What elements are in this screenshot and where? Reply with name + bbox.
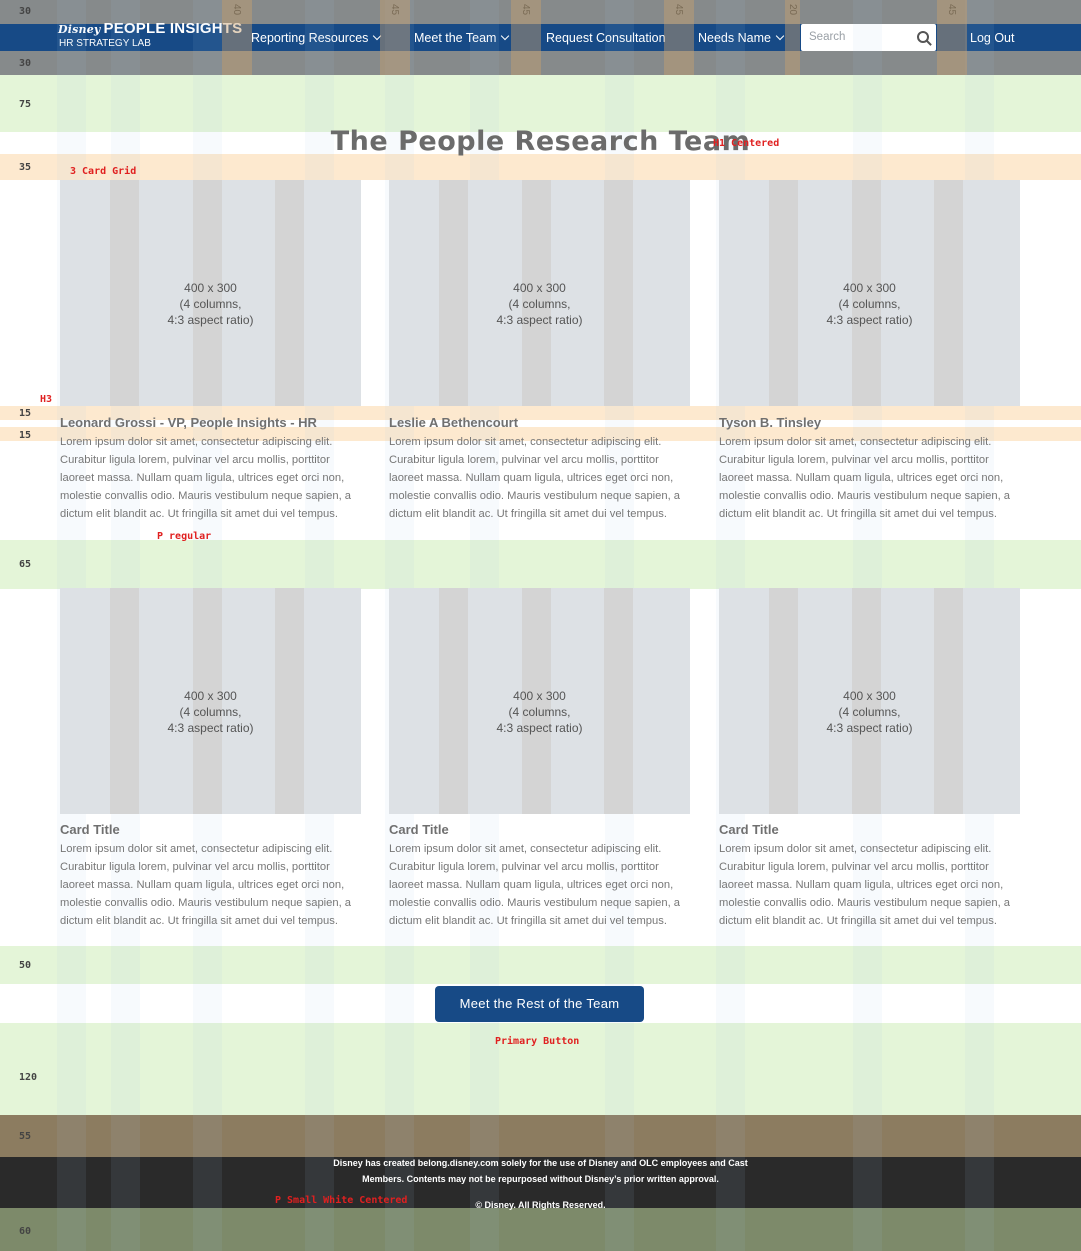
card-title: Tyson B. Tinsley	[719, 415, 822, 430]
placeholder-ratio: 4:3 aspect ratio)	[826, 313, 913, 327]
card-title: Card Title	[719, 822, 779, 837]
placeholder-size: 400 x 300	[843, 689, 896, 703]
spacing-label: 35	[19, 162, 32, 173]
button-gap-band	[0, 946, 1081, 984]
placeholder-ratio: 4:3 aspect ratio)	[496, 721, 583, 735]
card-image-placeholder: 400 x 300 (4 columns, 4:3 aspect ratio)	[60, 180, 361, 406]
placeholder-label: 400 x 300 (4 columns, 4:3 aspect ratio)	[389, 688, 690, 736]
placeholder-size: 400 x 300	[184, 281, 237, 295]
nav-label: Reporting Resources	[251, 31, 369, 45]
card-image-placeholder: 400 x 300 (4 columns, 4:3 aspect ratio)	[60, 588, 361, 814]
placeholder-label: 400 x 300 (4 columns, 4:3 aspect ratio)	[60, 280, 361, 328]
placeholder-columns: (4 columns,	[838, 297, 901, 311]
chevron-down-icon	[775, 31, 785, 41]
card-body: Lorem ipsum dolor sit amet, consectetur …	[719, 436, 1011, 520]
card-image-placeholder: 400 x 300 (4 columns, 4:3 aspect ratio)	[719, 588, 1020, 814]
nav-reporting-resources[interactable]: Reporting Resources	[251, 31, 382, 45]
spacing-label: 65	[19, 559, 32, 570]
placeholder-label: 400 x 300 (4 columns, 4:3 aspect ratio)	[60, 688, 361, 736]
spacing-label: 15	[19, 408, 32, 419]
card-body: Lorem ipsum dolor sit amet, consectetur …	[389, 843, 681, 927]
annotation-footer: P Small White Centered	[275, 1195, 408, 1206]
card-body: Lorem ipsum dolor sit amet, consectetur …	[719, 843, 1011, 927]
gutter-marker: 20	[785, 0, 800, 75]
annotation-h1: H1 Centered	[713, 138, 780, 149]
card-image-placeholder: 400 x 300 (4 columns, 4:3 aspect ratio)	[719, 180, 1020, 406]
card-title: Leslie A Bethencourt	[389, 415, 519, 430]
gutter-marker: 45	[664, 0, 694, 75]
spacing-label: 60	[19, 1226, 32, 1237]
chevron-down-icon	[501, 31, 510, 41]
footer-top-band	[0, 1115, 1081, 1157]
card-title: Card Title	[389, 822, 449, 837]
nav-request-consultation[interactable]: Request Consultation	[546, 31, 666, 45]
card-title: Card Title	[60, 822, 120, 837]
footer-disclaimer-line2: Members. Contents may not be repurposed …	[362, 1174, 719, 1184]
placeholder-columns: (4 columns,	[179, 297, 242, 311]
placeholder-size: 400 x 300	[184, 689, 237, 703]
footer-bottom-band	[0, 1208, 1081, 1251]
page-title: The People Research Team	[330, 126, 751, 157]
card-body: Lorem ipsum dolor sit amet, consectetur …	[389, 436, 681, 520]
grid-top-spacing-band	[0, 154, 1081, 180]
search-input[interactable]: Search	[801, 24, 936, 51]
gutter-label: 45	[673, 4, 684, 16]
gutter-marker: 45	[380, 0, 410, 75]
spacing-label: 30	[19, 58, 32, 69]
placeholder-ratio: 4:3 aspect ratio)	[167, 313, 254, 327]
placeholder-ratio: 4:3 aspect ratio)	[167, 721, 254, 735]
nav-label: Request Consultation	[546, 31, 666, 45]
spacing-label: 15	[19, 430, 32, 441]
gutter-marker: 40	[222, 0, 252, 75]
hero-spacing-band	[0, 75, 1081, 132]
gutter-label: 45	[520, 4, 531, 16]
nav-needs-name[interactable]: Needs Name	[698, 31, 785, 45]
placeholder-ratio: 4:3 aspect ratio)	[496, 313, 583, 327]
spacing-label: 120	[19, 1072, 38, 1083]
gutter-marker: 45	[937, 0, 967, 75]
gutter-label: 40	[231, 4, 242, 16]
placeholder-size: 400 x 300	[513, 689, 566, 703]
gutter-marker: 45	[511, 0, 541, 75]
annotation-p: P regular	[157, 531, 212, 542]
footer-disclaimer-line1: Disney has created belong.disney.com sol…	[333, 1158, 748, 1168]
placeholder-ratio: 4:3 aspect ratio)	[826, 721, 913, 735]
nav-label: Meet the Team	[414, 31, 497, 45]
nav-meet-the-team[interactable]: Meet the Team	[414, 31, 510, 45]
search-icon[interactable]	[917, 31, 929, 43]
card-title: Leonard Grossi - VP, People Insights - H…	[60, 415, 317, 430]
annotation-button: Primary Button	[495, 1036, 580, 1047]
spacing-label: 50	[19, 960, 32, 971]
placeholder-size: 400 x 300	[513, 281, 566, 295]
annotation-h3: H3	[40, 394, 53, 405]
gutter-label: 45	[389, 4, 400, 16]
card-image-placeholder: 400 x 300 (4 columns, 4:3 aspect ratio)	[389, 588, 690, 814]
disney-wordmark: Disney	[58, 23, 101, 36]
card-body: Lorem ipsum dolor sit amet, consectetur …	[60, 843, 352, 927]
search-placeholder: Search	[809, 31, 846, 43]
placeholder-columns: (4 columns,	[179, 705, 242, 719]
footer-copyright: © Disney. All Rights Reserved.	[475, 1200, 606, 1210]
card-body: Lorem ipsum dolor sit amet, consectetur …	[60, 436, 352, 520]
spacing-label: 30	[19, 6, 32, 17]
placeholder-columns: (4 columns,	[838, 705, 901, 719]
placeholder-label: 400 x 300 (4 columns, 4:3 aspect ratio)	[389, 280, 690, 328]
logo[interactable]: Disney PEOPLE INSIGHTS	[58, 20, 242, 37]
card-image-placeholder: 400 x 300 (4 columns, 4:3 aspect ratio)	[389, 180, 690, 406]
spacing-label: 55	[19, 1131, 32, 1142]
placeholder-label: 400 x 300 (4 columns, 4:3 aspect ratio)	[719, 280, 1020, 328]
placeholder-columns: (4 columns,	[508, 705, 571, 719]
spacing-label: 75	[19, 99, 32, 110]
logout-link[interactable]: Log Out	[970, 31, 1014, 45]
placeholder-size: 400 x 300	[843, 281, 896, 295]
logo-subtitle: HR STRATEGY LAB	[59, 38, 151, 49]
gutter-label: 45	[946, 4, 957, 16]
nav-label: Needs Name	[698, 31, 771, 45]
placeholder-columns: (4 columns,	[508, 297, 571, 311]
annotation-grid: 3 Card Grid	[70, 166, 137, 177]
meet-team-button[interactable]: Meet the Rest of the Team	[435, 986, 644, 1022]
placeholder-label: 400 x 300 (4 columns, 4:3 aspect ratio)	[719, 688, 1020, 736]
row-gap-band	[0, 540, 1081, 589]
gutter-label: 20	[787, 4, 798, 16]
